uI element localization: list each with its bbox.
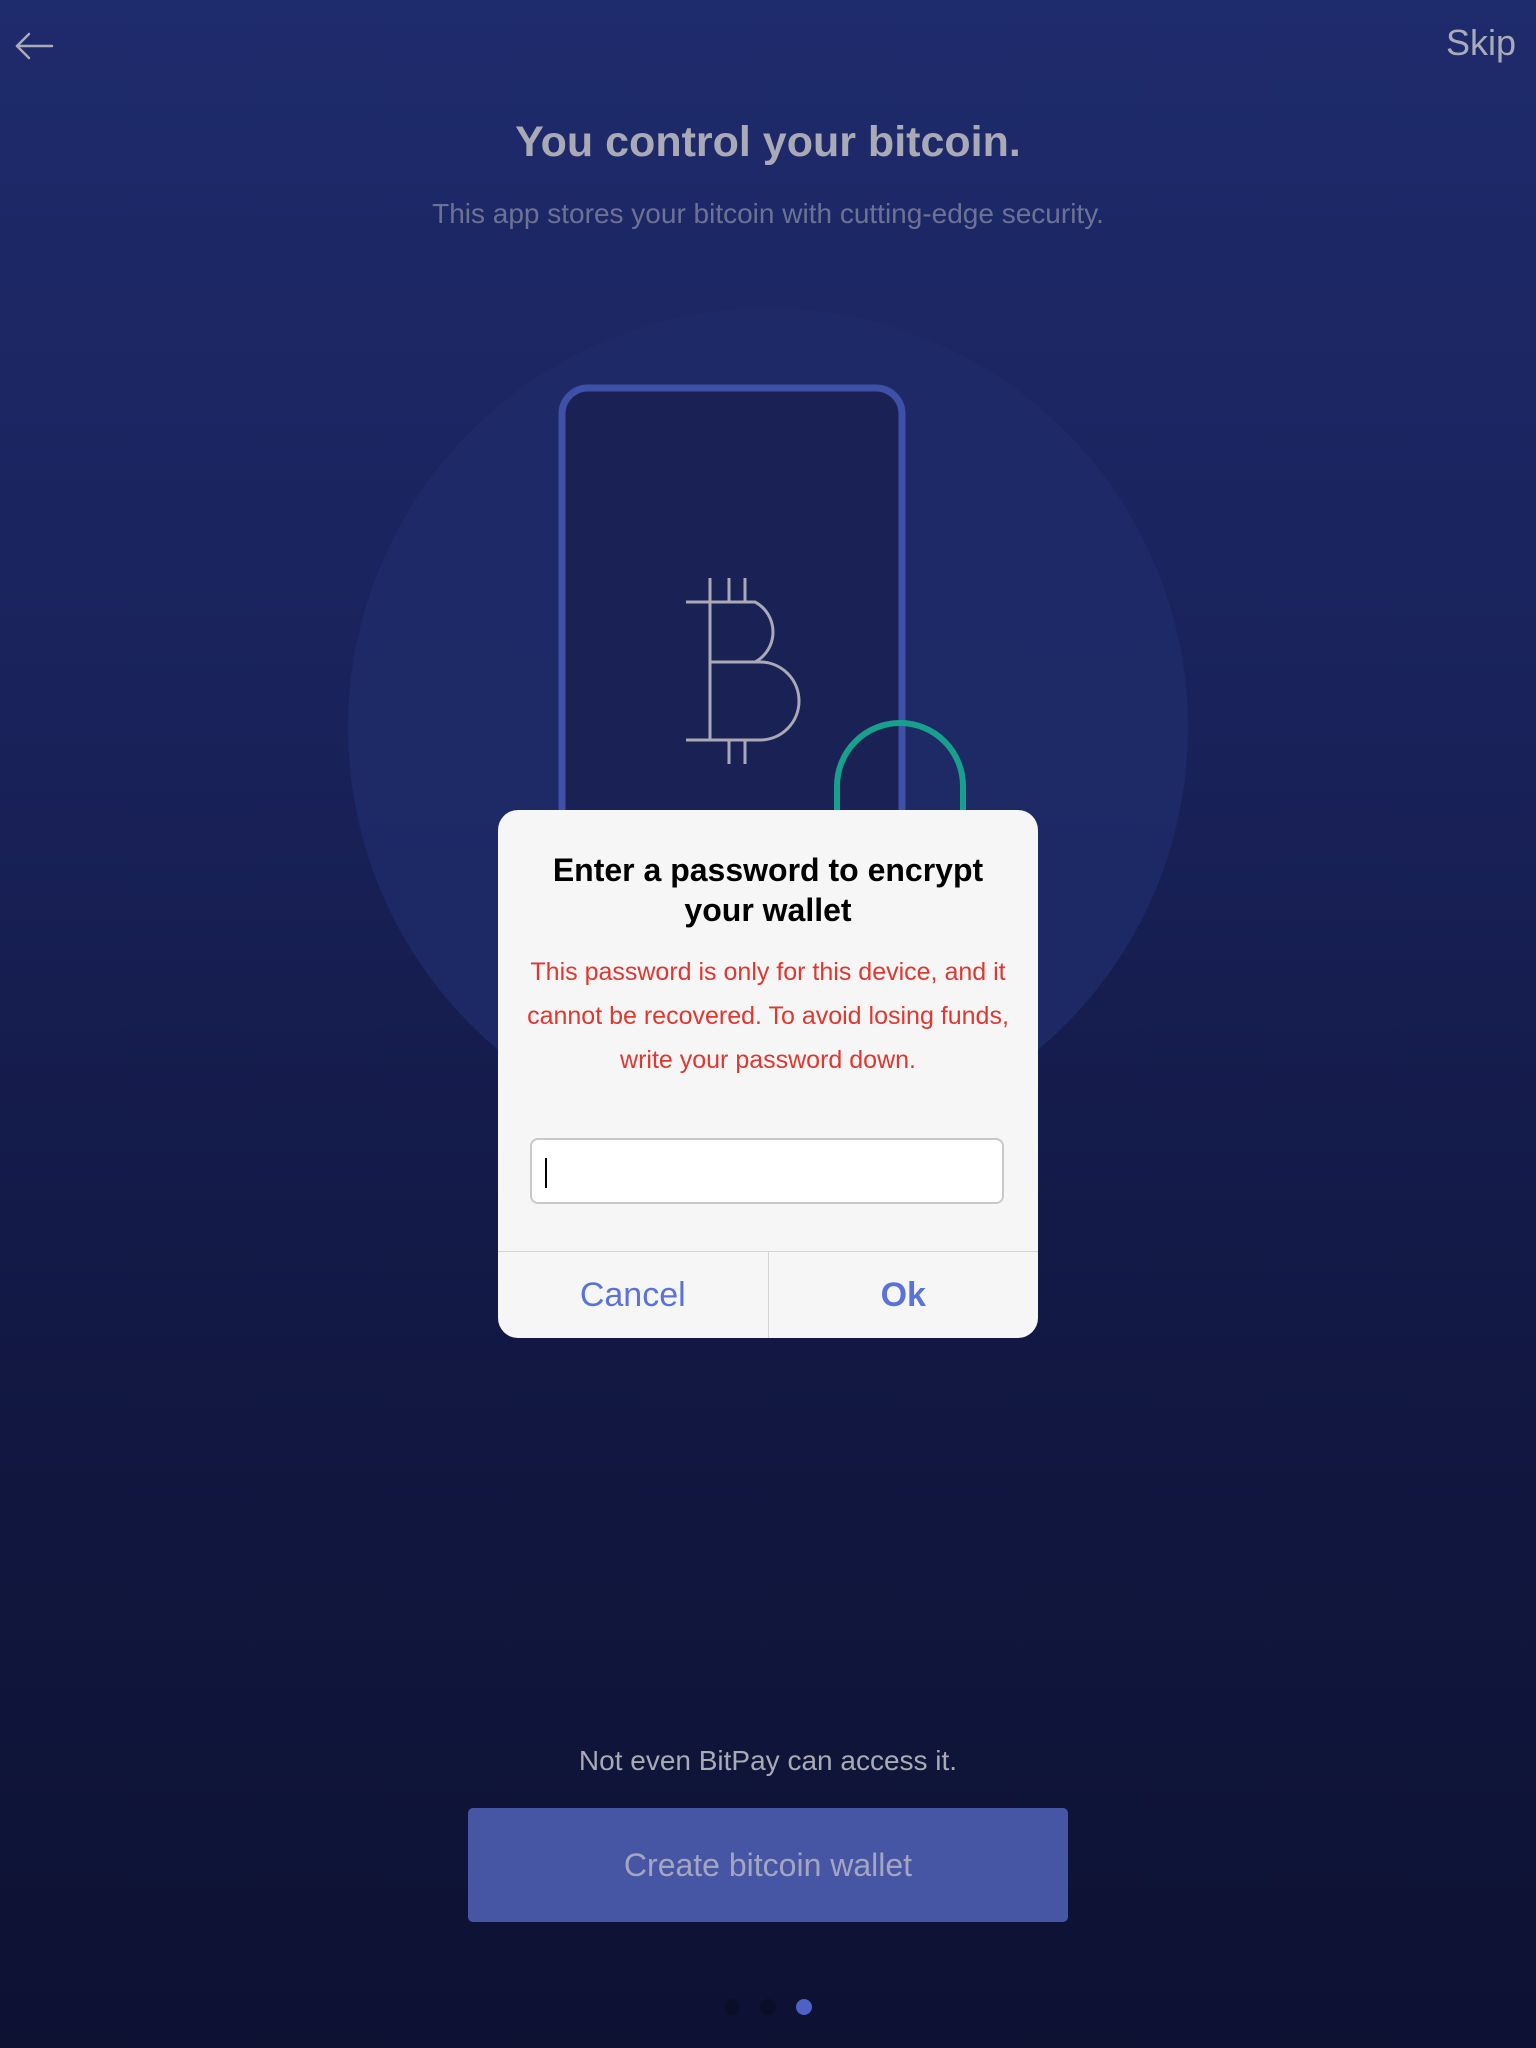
page-indicator: [0, 1999, 1536, 2015]
page-dot-3-active[interactable]: [796, 1999, 812, 2015]
page-dot-1[interactable]: [724, 1999, 740, 2015]
cancel-button[interactable]: Cancel: [498, 1252, 769, 1338]
page-dot-2[interactable]: [760, 1999, 776, 2015]
text-caret: [545, 1158, 547, 1188]
footer-text: Not even BitPay can access it.: [578, 1745, 958, 1776]
ok-button[interactable]: Ok: [769, 1252, 1039, 1338]
password-input[interactable]: [530, 1138, 1004, 1204]
dialog-actions: Cancel Ok: [498, 1251, 1038, 1338]
create-wallet-button[interactable]: Create bitcoin wallet: [468, 1808, 1068, 1922]
dialog-title: Enter a password to encrypt your wallet: [552, 852, 984, 928]
dialog-warning-message: This password is only for this device, a…: [527, 958, 1009, 1074]
password-dialog: Enter a password to encrypt your wallet …: [498, 810, 1038, 1338]
